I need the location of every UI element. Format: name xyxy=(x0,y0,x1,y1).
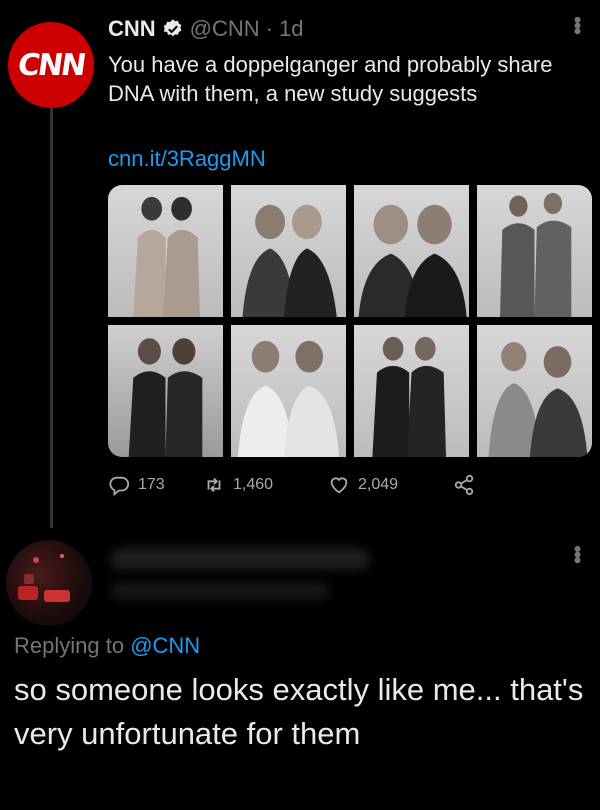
people-pair-image xyxy=(488,342,588,457)
cnn-logo: CNN xyxy=(15,47,87,83)
avatar-image xyxy=(18,554,70,602)
media-grid[interactable] xyxy=(108,185,592,457)
retweet-count: 1,460 xyxy=(233,476,274,493)
photo-pair-4[interactable] xyxy=(477,185,592,317)
replying-label: Replying to xyxy=(14,633,125,658)
photo-pair-7[interactable] xyxy=(354,325,469,457)
reply-author-avatar[interactable] xyxy=(6,540,92,626)
photo-pair-5[interactable] xyxy=(108,325,223,457)
author-name[interactable]: CNN xyxy=(108,16,156,42)
people-pair-image xyxy=(133,196,200,317)
reply-icon xyxy=(109,476,130,496)
more-icon[interactable]: ••• xyxy=(565,16,590,33)
tweet-text: You have a doppelganger and probably sha… xyxy=(108,52,553,106)
like-icon xyxy=(330,477,348,494)
people-pair-image xyxy=(128,338,203,457)
reply-button[interactable]: 173 xyxy=(108,474,203,496)
share-icon xyxy=(454,474,474,496)
like-count: 2,049 xyxy=(358,476,399,493)
tweet-header: CNN @CNN · 1d xyxy=(108,16,303,42)
people-pair-image xyxy=(372,336,446,457)
like-button[interactable]: 2,049 xyxy=(328,474,453,496)
photo-pair-2[interactable] xyxy=(231,185,346,317)
separator-dot: · xyxy=(265,16,273,41)
people-pair-image xyxy=(237,340,340,457)
tweet-link[interactable]: cnn.it/3RaggMN xyxy=(108,146,266,172)
thread-line xyxy=(50,96,53,528)
people-pair-image xyxy=(242,204,337,317)
people-pair-image xyxy=(358,204,467,317)
photo-pair-1[interactable] xyxy=(108,185,223,317)
cnn-avatar[interactable]: CNN xyxy=(8,22,94,108)
photo-pair-3[interactable] xyxy=(354,185,469,317)
retweet-button[interactable]: 1,460 xyxy=(203,474,328,496)
photo-pair-8[interactable] xyxy=(477,325,592,457)
reply-author-handle-redacted xyxy=(110,582,330,600)
author-handle[interactable]: @CNN xyxy=(190,16,260,42)
more-icon[interactable]: ••• xyxy=(565,545,590,562)
share-button[interactable] xyxy=(453,474,475,496)
verified-badge-icon xyxy=(162,18,184,40)
reply-author-name-redacted xyxy=(110,548,370,570)
people-pair-image xyxy=(500,192,572,317)
reply-count: 173 xyxy=(138,476,165,493)
reply-text: so someone looks exactly like me... that… xyxy=(14,672,584,751)
tweet-time[interactable]: 1d xyxy=(279,16,303,42)
replying-to: Replying to @CNN xyxy=(14,633,200,659)
replying-handle[interactable]: @CNN xyxy=(130,633,200,658)
retweet-icon xyxy=(207,477,221,493)
tweet-actions: 173 1,460 2,049 xyxy=(108,474,538,496)
photo-pair-6[interactable] xyxy=(231,325,346,457)
